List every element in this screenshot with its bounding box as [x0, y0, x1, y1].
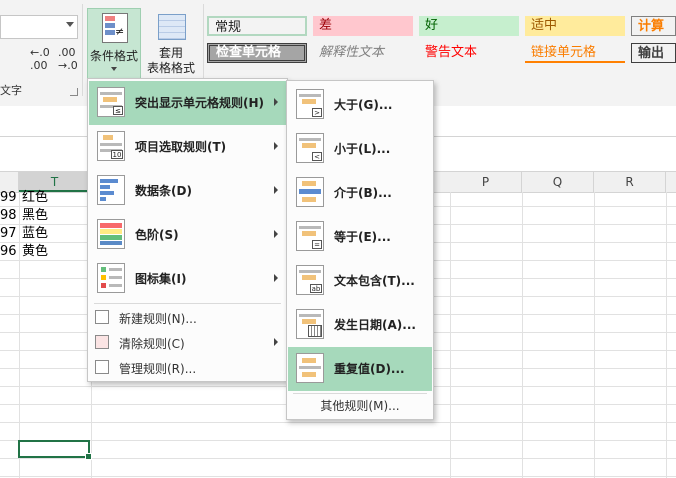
- chevron-right-icon: [274, 142, 278, 150]
- clear-rules-icon: [95, 335, 109, 349]
- style-neutral[interactable]: 适中: [525, 16, 625, 36]
- data-bars-icon: [97, 175, 125, 205]
- highlight-rules-icon: ≤: [97, 87, 125, 117]
- between-icon: [296, 177, 324, 207]
- menu-item-manage-rules[interactable]: 管理规则(R)...: [89, 355, 286, 379]
- submenu-item-between[interactable]: 介于(B)...: [288, 171, 432, 215]
- chevron-right-icon: [274, 338, 278, 346]
- menu-item-new-rule[interactable]: 新建规则(N)...: [89, 305, 286, 329]
- cell-value[interactable]: 红色: [22, 189, 48, 207]
- submenu-item-less-than[interactable]: < 小于(L)...: [288, 127, 432, 171]
- style-calculation[interactable]: 计算: [631, 16, 676, 36]
- dialog-launcher-icon[interactable]: [70, 88, 78, 96]
- equal-to-icon: =: [296, 221, 324, 251]
- menu-item-highlight-rules[interactable]: ≤ 突出显示单元格规则(H): [89, 81, 286, 125]
- chevron-down-icon[interactable]: [66, 22, 74, 27]
- menu-item-icon-sets[interactable]: 图标集(I): [89, 257, 286, 301]
- style-linked-cell[interactable]: 链接单元格: [525, 43, 625, 63]
- column-header-Q[interactable]: Q: [522, 172, 594, 192]
- chevron-right-icon: [274, 186, 278, 194]
- chevron-right-icon: [274, 274, 278, 282]
- manage-rules-icon: [95, 360, 109, 374]
- style-explanatory[interactable]: 解释性文本: [313, 43, 413, 63]
- column-header-R[interactable]: R: [594, 172, 666, 192]
- number-format-combo[interactable]: [0, 15, 78, 39]
- row-value-num: 97: [0, 226, 17, 241]
- column-header-P[interactable]: P: [450, 172, 522, 192]
- menu-item-color-scales[interactable]: 色阶(S): [89, 213, 286, 257]
- submenu-item-duplicate-values[interactable]: 重复值(D)...: [288, 347, 432, 391]
- chevron-right-icon: [274, 230, 278, 238]
- greater-than-icon: >: [296, 89, 324, 119]
- cell-value[interactable]: 黑色: [22, 207, 48, 225]
- conditional-format-menu: ≤ 突出显示单元格规则(H) 10 项目选取规则(T) 数据条(D) 色阶(S): [87, 78, 288, 382]
- style-output[interactable]: 输出: [631, 43, 676, 63]
- highlight-rules-submenu: > 大于(G)... < 小于(L)... 介于(B)... = 等于(E)..…: [286, 80, 434, 420]
- submenu-item-more-rules[interactable]: 其他规则(M)...: [287, 397, 433, 414]
- submenu-item-greater-than[interactable]: > 大于(G)...: [288, 83, 432, 127]
- icon-sets-icon: [97, 263, 125, 293]
- top-bottom-rules-icon: 10: [97, 131, 125, 161]
- style-normal[interactable]: 常规: [207, 16, 307, 36]
- increase-decimal-icon[interactable]: ←.0.00: [30, 46, 50, 72]
- table-format-icon: [158, 14, 186, 40]
- chevron-right-icon: [274, 98, 278, 106]
- chevron-down-icon: [111, 67, 117, 71]
- style-check-cell[interactable]: 检查单元格: [207, 43, 307, 63]
- format-as-table-button[interactable]: 套用 表格格式: [141, 8, 201, 78]
- new-rule-icon: [95, 310, 109, 324]
- menu-item-clear-rules[interactable]: 清除规则(C): [89, 330, 286, 354]
- menu-item-data-bars[interactable]: 数据条(D): [89, 169, 286, 213]
- text-contains-icon: ab: [296, 265, 324, 295]
- row-value-num: 96: [0, 244, 17, 259]
- number-group-label: 文字: [0, 84, 22, 97]
- date-occurring-icon: [296, 309, 324, 339]
- row-value-num: 99: [0, 190, 17, 205]
- duplicate-values-icon: [296, 353, 324, 383]
- style-warning[interactable]: 警告文本: [419, 43, 519, 63]
- style-bad[interactable]: 差: [313, 16, 413, 36]
- decrease-decimal-icon[interactable]: .00 →.0: [58, 46, 78, 72]
- style-good[interactable]: 好: [419, 16, 519, 36]
- submenu-item-date-occurring[interactable]: 发生日期(A)...: [288, 303, 432, 347]
- color-scales-icon: [97, 219, 125, 249]
- fill-handle[interactable]: [85, 453, 92, 460]
- menu-item-top-bottom[interactable]: 10 项目选取规则(T): [89, 125, 286, 169]
- row-value-num: 98: [0, 208, 17, 223]
- active-cell[interactable]: [18, 440, 92, 460]
- conditional-format-button[interactable]: ≠ 条件格式: [87, 8, 141, 80]
- cell-value[interactable]: 黄色: [22, 243, 48, 261]
- submenu-item-equal-to[interactable]: = 等于(E)...: [288, 215, 432, 259]
- conditional-format-icon: ≠: [102, 13, 128, 43]
- cell-value[interactable]: 蓝色: [22, 225, 48, 243]
- less-than-icon: <: [296, 133, 324, 163]
- submenu-item-text-contains[interactable]: ab 文本包含(T)...: [288, 259, 432, 303]
